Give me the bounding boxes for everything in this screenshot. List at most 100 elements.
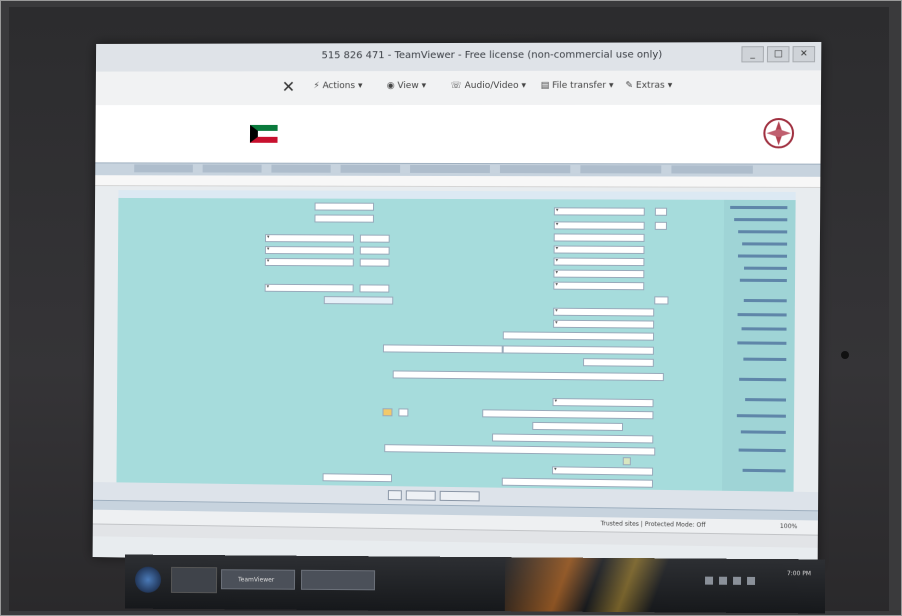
form-input[interactable] [323,296,394,305]
minimize-button[interactable]: _ [741,46,764,63]
label-line [740,430,786,434]
label-line [736,414,786,418]
form-select[interactable] [553,281,645,291]
form-input[interactable] [492,433,654,444]
label-line [742,468,786,473]
form-select[interactable] [553,269,645,279]
form-input[interactable] [314,202,375,211]
close-icon[interactable]: ✕ [282,77,295,96]
monitor-sensor [841,351,849,359]
maximize-button[interactable]: □ [766,46,790,63]
nav-item[interactable] [134,164,193,173]
actions-menu[interactable]: ⚡ Actions ▾ [313,81,362,91]
form-input[interactable] [314,214,374,223]
form-button-1[interactable] [387,490,402,501]
form-select[interactable] [553,257,645,267]
form-select[interactable] [553,221,645,230]
form-input[interactable] [359,284,390,293]
teamviewer-toolbar: ✕ ⚡ Actions ▾ ◉ View ▾ ☏ Audio/Video ▾ ▤… [95,70,822,126]
form-input[interactable] [583,358,654,367]
label-line [743,298,787,303]
file-transfer-menu[interactable]: ▤ File transfer ▾ [541,81,614,91]
form-input[interactable] [359,234,390,243]
form-input[interactable] [654,221,667,230]
label-line [737,341,787,345]
calendar-icon[interactable] [382,408,393,417]
form-select[interactable] [553,207,645,216]
nav-item[interactable] [671,165,753,174]
form-select[interactable] [264,283,354,293]
wallpaper-firework [504,557,706,613]
label-line [737,254,788,258]
nav-item[interactable] [340,164,401,173]
label-line [738,448,786,453]
windows-taskbar: TeamViewer 7:00 PM [124,554,826,614]
form-input[interactable] [501,477,654,488]
label-line [739,377,787,382]
address-strip [95,175,821,188]
form-input[interactable] [654,207,668,216]
actions-label: Actions [322,81,356,92]
taskbar-window-1[interactable]: TeamViewer [220,569,296,590]
windows-start-icon[interactable] [134,566,162,593]
nav-item[interactable] [580,165,662,174]
label-line [737,313,787,317]
field-labels-column [722,199,796,492]
form-input[interactable] [359,258,390,267]
form-input[interactable] [392,370,664,382]
view-label: View [397,81,419,92]
tray-icon[interactable] [705,576,714,585]
website-header [95,104,821,164]
taskbar-pinned-item[interactable] [170,566,218,594]
form-input[interactable] [398,408,409,417]
tray-icon[interactable] [733,576,742,585]
nav-item[interactable] [202,164,262,173]
form-input[interactable] [482,409,654,420]
small-icon[interactable] [622,457,631,466]
form-select[interactable] [264,246,354,255]
form-select[interactable] [552,466,654,476]
ministry-logo-icon [761,113,796,154]
extras-menu[interactable]: ✎ Extras ▾ [625,81,672,91]
data-entry-form [116,197,796,492]
close-window-button[interactable]: ✕ [792,46,816,63]
label-line [734,218,788,222]
view-menu[interactable]: ◉ View ▾ [387,81,426,91]
kuwait-flag-icon [249,124,278,143]
form-input[interactable] [502,331,655,341]
form-button-3[interactable] [439,490,480,502]
system-clock[interactable]: 7:00 PM [787,569,811,578]
form-input[interactable] [532,421,624,432]
form-input[interactable] [502,345,654,355]
form-input[interactable] [553,233,645,242]
nav-item[interactable] [499,165,571,174]
file-transfer-label: File transfer [552,80,607,91]
form-select[interactable] [264,257,354,267]
nav-item[interactable] [410,164,490,174]
form-button-2[interactable] [405,490,436,501]
form-input[interactable] [322,473,393,483]
form-select[interactable] [553,319,655,329]
label-line [742,242,788,246]
form-input[interactable] [654,296,669,305]
system-tray-icons [705,576,756,585]
taskbar-window-2[interactable] [300,569,376,591]
zoom-level[interactable]: 100% [780,523,798,530]
label-line [741,327,787,331]
form-select[interactable] [552,398,654,408]
tray-icon[interactable] [747,576,756,585]
form-input[interactable] [382,344,503,354]
nav-item[interactable] [271,164,331,173]
remote-screen: 515 826 471 - TeamViewer - Free license … [92,41,822,570]
audio-video-menu[interactable]: ☏ Audio/Video ▾ [450,81,526,91]
label-line [738,230,788,234]
label-line [743,266,787,270]
label-line [730,205,788,210]
extras-label: Extras [635,80,665,91]
form-input[interactable] [384,444,656,456]
form-input[interactable] [359,246,390,255]
form-select[interactable] [553,307,655,317]
form-select[interactable] [265,234,354,243]
tray-icon[interactable] [719,576,728,585]
form-select[interactable] [553,245,645,254]
